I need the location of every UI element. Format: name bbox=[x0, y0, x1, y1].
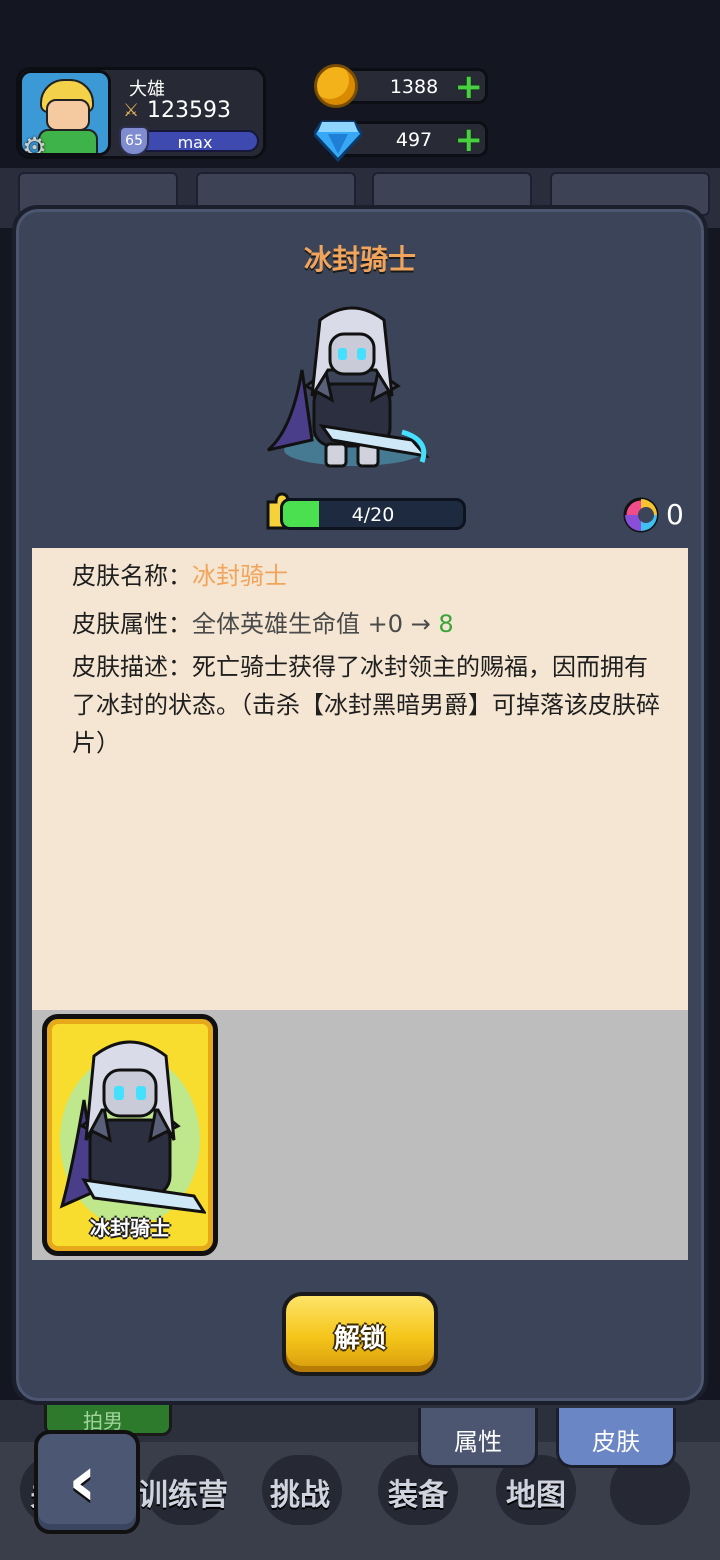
skin-description: 皮肤描述：死亡骑士获得了冰封领主的赐福，因而拥有了冰封的状态。（击杀【冰封黑暗男… bbox=[72, 648, 664, 762]
nav-challenge-label: 挑战 bbox=[270, 1478, 330, 1513]
skin-name-value: 冰封骑士 bbox=[192, 562, 288, 590]
tab-skin[interactable]: 皮肤 bbox=[556, 1408, 676, 1468]
ice-knight-portrait bbox=[267, 306, 430, 468]
skin-attribute-label: 皮肤属性： bbox=[72, 610, 192, 638]
exp-label: max bbox=[177, 133, 213, 152]
tab-attributes-label: 属性 bbox=[454, 1428, 502, 1456]
crossed-swords-icon: ⚔ bbox=[123, 100, 140, 121]
skin-attribute-text: 全体英雄生命值 +0 → bbox=[192, 610, 439, 638]
candy-count: 0 bbox=[666, 498, 684, 531]
diamond-value: 497 bbox=[395, 129, 433, 151]
gold-value: 1388 bbox=[389, 76, 439, 98]
rainbow-candy-icon bbox=[623, 497, 659, 533]
diamond-icon bbox=[314, 120, 362, 162]
nav-training-label: 训练营 bbox=[138, 1478, 228, 1513]
unlock-button-label: 解锁 bbox=[333, 1324, 386, 1354]
tab-skin-label: 皮肤 bbox=[592, 1428, 640, 1456]
skin-description-label: 皮肤描述： bbox=[72, 653, 192, 681]
unlock-button[interactable]: 解锁 bbox=[282, 1292, 438, 1376]
ice-knight-card-portrait bbox=[59, 1040, 206, 1220]
nav-map-label: 地图 bbox=[506, 1478, 566, 1513]
player-profile[interactable]: ⚙ 大雄 ⚔ 123593 max 65 bbox=[16, 67, 266, 159]
player-level: 65 bbox=[125, 133, 143, 149]
fragment-progress-bar: 4/20 bbox=[280, 498, 466, 530]
add-gold-button[interactable]: + bbox=[455, 69, 484, 105]
back-button[interactable]: ‹ bbox=[34, 1430, 140, 1534]
nav-equipment-label: 装备 bbox=[388, 1478, 448, 1513]
skin-title: 冰封骑士 bbox=[303, 243, 416, 276]
level-shield-icon: 65 bbox=[119, 126, 149, 156]
combat-power: 123593 bbox=[147, 98, 231, 123]
avatar[interactable]: ⚙ bbox=[19, 70, 111, 156]
fragment-count: 4/20 bbox=[351, 504, 395, 526]
exp-bar: max bbox=[131, 130, 259, 152]
skin-card-label: 冰封骑士 bbox=[90, 1216, 170, 1240]
skin-name-row: 皮肤名称：冰封骑士 bbox=[72, 556, 288, 591]
add-diamond-button[interactable]: + bbox=[455, 122, 484, 158]
skin-attribute-row: 皮肤属性：全体英雄生命值 +0 → 8 bbox=[72, 604, 454, 639]
skin-attribute-value: 8 bbox=[438, 610, 454, 638]
skin-name-label: 皮肤名称： bbox=[72, 562, 192, 590]
back-arrow-icon: ‹ bbox=[68, 1440, 97, 1522]
avatar-face bbox=[46, 99, 90, 131]
tab-attributes[interactable]: 属性 bbox=[418, 1408, 538, 1468]
gear-icon[interactable]: ⚙ bbox=[22, 131, 47, 153]
gold-coin-icon bbox=[314, 64, 358, 108]
